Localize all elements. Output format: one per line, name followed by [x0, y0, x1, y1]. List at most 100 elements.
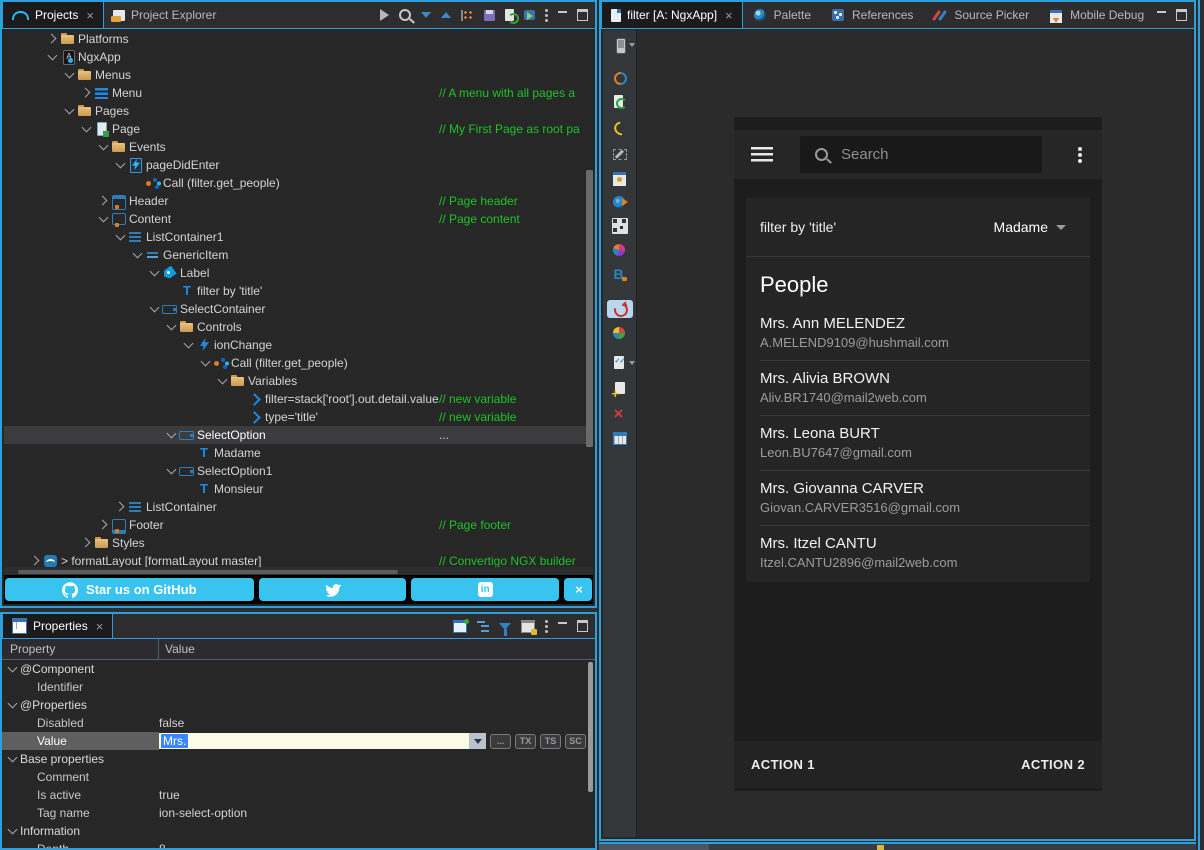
- search-icon[interactable]: [399, 9, 411, 21]
- filter-icon[interactable]: [499, 623, 511, 630]
- tree-item[interactable]: type='title'// new variable: [4, 408, 593, 426]
- add-test-button[interactable]: [607, 381, 633, 399]
- run-icon[interactable]: [380, 9, 389, 21]
- refresh-page-button[interactable]: [607, 93, 633, 111]
- tree-item[interactable]: Monsieur: [4, 480, 593, 498]
- tree-item[interactable]: Header// Page header: [4, 192, 593, 210]
- app-theme-button[interactable]: [607, 241, 633, 259]
- property-row[interactable]: Information: [2, 822, 595, 840]
- twistie-open-icon[interactable]: [165, 428, 179, 442]
- tree-item[interactable]: Styles: [4, 534, 593, 552]
- twistie-open-icon[interactable]: [46, 50, 60, 64]
- search-input[interactable]: Search: [800, 136, 1042, 173]
- debug-window-button[interactable]: [607, 169, 633, 187]
- tool-tab-source-picker[interactable]: Source Picker: [923, 2, 1039, 28]
- dropdown-arrow-button[interactable]: [469, 733, 486, 749]
- tool-tab-references[interactable]: References: [821, 2, 923, 28]
- filter-select[interactable]: Madame: [994, 219, 1066, 235]
- twistie-open-icon[interactable]: [148, 302, 162, 316]
- tree-item[interactable]: SelectOption...: [4, 426, 593, 444]
- twistie-open-icon[interactable]: [6, 752, 20, 766]
- twistie-closed-icon[interactable]: [80, 536, 94, 550]
- maximize-icon[interactable]: [577, 620, 588, 632]
- twistie-open-icon[interactable]: [6, 824, 20, 838]
- minimize-icon[interactable]: [1157, 11, 1166, 13]
- close-icon[interactable]: [86, 9, 94, 22]
- restore-defaults-icon[interactable]: [521, 620, 535, 633]
- twitter-button[interactable]: [259, 578, 407, 601]
- property-row[interactable]: Base properties: [2, 750, 595, 768]
- save-all-icon[interactable]: [484, 10, 495, 21]
- value-editor-button[interactable]: TX: [515, 734, 536, 749]
- property-row[interactable]: Tag nameion-select-option: [2, 804, 595, 822]
- data-grid-button[interactable]: [607, 429, 633, 447]
- value-editor-button[interactable]: SC: [565, 734, 586, 749]
- tree-item[interactable]: Variables: [4, 372, 593, 390]
- edit-selection-button[interactable]: [607, 145, 633, 163]
- star-github-button[interactable]: Star us on GitHub: [5, 578, 254, 601]
- tree-item[interactable]: Call (filter.get_people): [4, 354, 593, 372]
- twistie-closed-icon[interactable]: [29, 554, 43, 567]
- tree-item[interactable]: SelectOption1: [4, 462, 593, 480]
- person-list-item[interactable]: Mrs. Leona BURTLeon.BU7647@gmail.com: [746, 416, 1090, 470]
- remove-button[interactable]: [607, 405, 633, 423]
- twistie-open-icon[interactable]: [148, 266, 162, 280]
- value-editor-button[interactable]: TS: [540, 734, 561, 749]
- twistie-open-icon[interactable]: [97, 140, 111, 154]
- pin-property-icon[interactable]: [453, 620, 467, 633]
- maximize-icon[interactable]: [577, 9, 588, 21]
- tree-item[interactable]: Pages: [4, 102, 593, 120]
- value-text-field[interactable]: Mrs.: [159, 733, 486, 749]
- undo-button[interactable]: [607, 117, 633, 135]
- hamburger-menu-icon[interactable]: [751, 147, 773, 162]
- tree-item[interactable]: Menus: [4, 66, 593, 84]
- property-row[interactable]: Disabledfalse: [2, 714, 595, 732]
- tree-item[interactable]: NgxApp: [4, 48, 593, 66]
- twistie-open-icon[interactable]: [114, 230, 128, 244]
- statistics-button[interactable]: [607, 324, 633, 342]
- tree-item[interactable]: ListContainer1: [4, 228, 593, 246]
- twistie-closed-icon[interactable]: [80, 86, 94, 100]
- twistie-open-icon[interactable]: [182, 338, 196, 352]
- properties-scrollbar[interactable]: [588, 662, 593, 792]
- tree-item[interactable]: ListContainer: [4, 498, 593, 516]
- tool-tab-mobile-debug[interactable]: Mobile Debug: [1039, 2, 1154, 28]
- qr-code-button[interactable]: [607, 217, 633, 235]
- link-with-editor-icon[interactable]: [461, 10, 474, 21]
- twistie-open-icon[interactable]: [216, 374, 230, 388]
- person-list-item[interactable]: Mrs. Alivia BROWNAliv.BR1740@mail2web.co…: [746, 361, 1090, 415]
- twistie-open-icon[interactable]: [199, 356, 213, 370]
- close-icon[interactable]: [96, 620, 104, 633]
- import-icon[interactable]: [524, 10, 535, 20]
- twistie-open-icon[interactable]: [6, 698, 20, 712]
- twistie-open-icon[interactable]: [97, 212, 111, 226]
- tool-tab-palette[interactable]: Palette: [743, 2, 821, 28]
- tree-item[interactable]: Madame: [4, 444, 593, 462]
- bottom-panel-tab[interactable]: [599, 844, 709, 850]
- twistie-closed-icon[interactable]: [114, 500, 128, 514]
- publish-web-button[interactable]: [607, 193, 633, 211]
- property-row[interactable]: Depth8: [2, 840, 595, 850]
- property-row[interactable]: @Component: [2, 660, 595, 678]
- tree-vertical-scrollbar[interactable]: [586, 170, 593, 447]
- twistie-closed-icon[interactable]: [97, 194, 111, 208]
- overflow-menu-icon[interactable]: [1078, 147, 1082, 151]
- tab-project-explorer[interactable]: Project Explorer: [104, 2, 225, 28]
- twistie-closed-icon[interactable]: [97, 518, 111, 532]
- view-menu-icon[interactable]: [545, 9, 548, 12]
- tree-item[interactable]: pageDidEnter: [4, 156, 593, 174]
- tab-filter-editor[interactable]: filter [A: NgxApp]: [601, 2, 743, 28]
- tree-item[interactable]: > formatLayout [formatLayout master]// C…: [4, 552, 593, 567]
- twistie-closed-icon[interactable]: [46, 32, 60, 46]
- property-row[interactable]: Is activetrue: [2, 786, 595, 804]
- twistie-open-icon[interactable]: [63, 104, 77, 118]
- refresh-icon[interactable]: [505, 9, 514, 21]
- view-menu-icon[interactable]: [545, 620, 548, 623]
- close-icon[interactable]: [725, 9, 733, 22]
- twistie-open-icon[interactable]: [6, 662, 20, 676]
- property-row[interactable]: Comment: [2, 768, 595, 786]
- minimize-icon[interactable]: [558, 11, 567, 13]
- tree-item[interactable]: Footer// Page footer: [4, 516, 593, 534]
- property-value-editor[interactable]: Mrs....TXTSSC: [159, 732, 595, 750]
- tree-item[interactable]: GenericItem: [4, 246, 593, 264]
